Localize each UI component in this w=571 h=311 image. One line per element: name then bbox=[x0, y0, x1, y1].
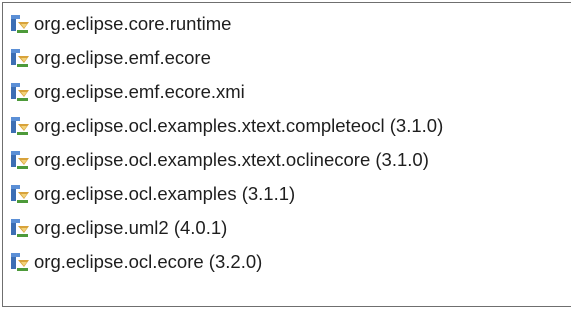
list-item-label: org.eclipse.ocl.examples.xtext.oclinecor… bbox=[34, 149, 429, 170]
list-item[interactable]: org.eclipse.ocl.examples.xtext.oclinecor… bbox=[9, 143, 429, 177]
list-item-label: org.eclipse.core.runtime bbox=[34, 13, 232, 34]
list-item[interactable]: org.eclipse.emf.ecore bbox=[9, 41, 211, 75]
list-item[interactable]: org.eclipse.ocl.examples (3.1.1) bbox=[9, 177, 295, 211]
plugin-package-icon bbox=[9, 250, 31, 274]
plugin-package-icon bbox=[9, 182, 31, 206]
plugin-package-icon bbox=[9, 216, 31, 240]
list-item[interactable]: org.eclipse.ocl.ecore (3.2.0) bbox=[9, 245, 262, 279]
plugin-package-icon bbox=[9, 12, 31, 36]
list-item[interactable]: org.eclipse.uml2 (4.0.1) bbox=[9, 211, 227, 245]
plugin-package-icon bbox=[9, 80, 31, 104]
list-item[interactable]: org.eclipse.ocl.examples.xtext.completeo… bbox=[9, 109, 443, 143]
list-item-label: org.eclipse.ocl.ecore (3.2.0) bbox=[34, 251, 263, 272]
plugin-package-icon bbox=[9, 148, 31, 172]
list-item[interactable]: org.eclipse.core.runtime bbox=[9, 7, 231, 41]
list-item-label: org.eclipse.emf.ecore.xmi bbox=[34, 81, 245, 102]
list-item-label: org.eclipse.ocl.examples.xtext.completeo… bbox=[34, 115, 444, 136]
list-item-label: org.eclipse.ocl.examples (3.1.1) bbox=[34, 183, 296, 204]
list-item-label: org.eclipse.uml2 (4.0.1) bbox=[34, 217, 228, 238]
list-item[interactable]: org.eclipse.emf.ecore.xmi bbox=[9, 75, 245, 109]
plugin-package-icon bbox=[9, 114, 31, 138]
list-item-label: org.eclipse.emf.ecore bbox=[34, 47, 211, 68]
plugin-dependencies-list: org.eclipse.core.runtime org.eclipse.emf… bbox=[2, 2, 571, 307]
plugin-package-icon bbox=[9, 46, 31, 70]
